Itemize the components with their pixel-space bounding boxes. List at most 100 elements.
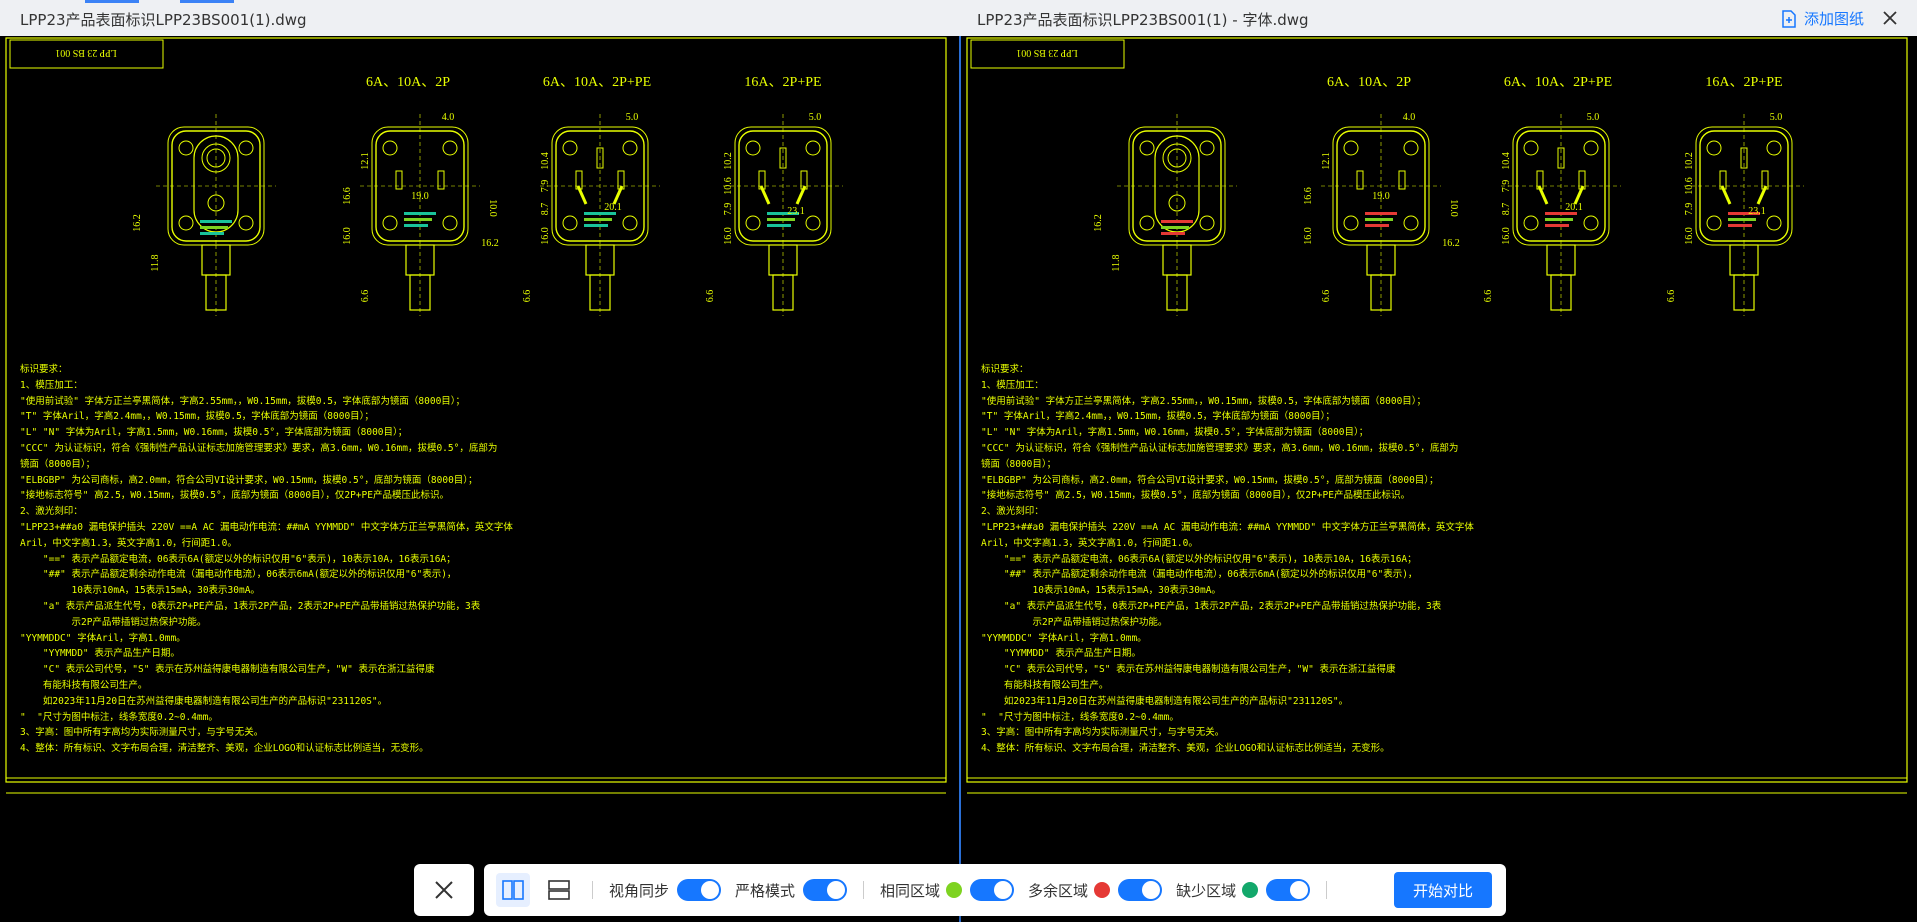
- note-line: 2、激光刻印：: [20, 506, 83, 518]
- strict-mode-label: 严格模式: [735, 881, 796, 900]
- dimension-label: 16.0: [1501, 227, 1512, 245]
- note-line: 4、整体：所有标识、文字布局合理，清洁整齐、美观，企业LOGO和认证标志比例适当…: [981, 743, 1390, 755]
- screw-hole: [382, 140, 398, 156]
- left-file-title: LPP23产品表面标识LPP23BS001(1).dwg: [20, 11, 307, 29]
- note-line: 标识要求：: [981, 364, 1029, 375]
- extra-area-color-dot: [1094, 882, 1111, 898]
- separator: [592, 881, 593, 899]
- add-file-icon: [1782, 9, 1796, 28]
- note-line: "CCC" 为认证标识，符合《强制性产品认证标志加施管理要求》要求，高3.6mm…: [20, 442, 498, 454]
- note-line: "接地标志符号" 高2.5，W0.15mm，拔模0.5°，底部为镜面（8000目…: [981, 490, 1410, 502]
- note-line: 2、激光刻印：: [981, 506, 1044, 518]
- screw-hole: [1403, 140, 1419, 156]
- dimension-label: 20.1: [1565, 202, 1583, 213]
- marking-text-block: [767, 218, 795, 221]
- note-line: " "尺寸为图中标注，线条宽度0.2~0.4mm。: [20, 711, 218, 723]
- dimension-label: 5.0: [1770, 112, 1783, 123]
- marking-text-block: [1728, 218, 1756, 221]
- note-line: "##" 表示产品额定剩余动作电流（漏电动作电流），06表示6mA(额定以外的标…: [20, 569, 457, 581]
- marking-text-block: [1161, 220, 1193, 223]
- marking-text-block: [1365, 224, 1389, 227]
- extra-area-label: 多余区域: [1028, 881, 1089, 900]
- stacked-view-button[interactable]: [542, 873, 576, 907]
- dimension-label: 10.6: [1684, 177, 1695, 195]
- note-line: "a" 表示产品派生代号，0表示2P+PE产品，1表示2P产品，2表示2P+PE…: [981, 600, 1442, 612]
- note-line: 4、整体：所有标识、文字布局合理，清洁整齐、美观，企业LOGO和认证标志比例适当…: [20, 743, 429, 755]
- column-header: 16A、2P+PE: [744, 75, 821, 90]
- marking-text-block: [584, 224, 608, 227]
- screw-hole: [1139, 140, 1155, 156]
- note-line: "L" "N" 字体为Aril，字高1.5mm，W0.16mm，拔模0.5°，字…: [981, 427, 1369, 439]
- screw-hole: [442, 215, 458, 231]
- dimension-label: 5.0: [626, 112, 639, 123]
- dimension-label: 5.0: [809, 112, 822, 123]
- note-line: "CCC" 为认证标识，符合《强制性产品认证标志加施管理要求》要求，高3.6mm…: [981, 442, 1459, 454]
- note-line: 标识要求：: [20, 364, 68, 375]
- note-line: 有能科技有限公司生产。: [981, 679, 1109, 691]
- note-line: 示2P产品带插销过热保护功能。: [20, 616, 207, 628]
- note-line: "C" 表示公司代号，"S" 表示在苏州益得康电器制造有限公司生产，"W" 表示…: [981, 664, 1396, 676]
- screw-hole: [562, 215, 578, 231]
- dimension-label: 11.8: [150, 254, 161, 271]
- same-area-color-dot: [946, 882, 963, 898]
- separator: [1326, 881, 1328, 899]
- exit-compare-button[interactable]: [414, 864, 474, 916]
- note-line: 3、字高：图中所有字高均为实际测量尺寸，与字号无关。: [981, 727, 1225, 739]
- close-icon[interactable]: [1879, 7, 1901, 29]
- screw-hole: [178, 215, 194, 231]
- dimension-label: 6.6: [1483, 290, 1494, 303]
- note-line: "ELBGBP" 为公司商标，高2.0mm，符合公司VI设计要求，W0.15mm…: [981, 474, 1439, 486]
- screw-hole: [442, 140, 458, 156]
- view-sync-toggle[interactable]: [677, 879, 722, 901]
- strict-mode-toggle[interactable]: [803, 879, 848, 901]
- screw-hole: [1139, 215, 1155, 231]
- dimension-label: 7.9: [723, 203, 734, 216]
- note-line: "YYMMDD" 表示产品生产日期。: [981, 648, 1141, 660]
- dimension-label: 10.4: [1501, 152, 1512, 170]
- title-box-text: LPP 23 BS 001: [55, 47, 117, 58]
- note-line: "LPP23+##a0 漏电保护插头 220V ==A AC 漏电动作电流：##…: [20, 521, 513, 533]
- screw-hole: [1199, 140, 1215, 156]
- missing-area-toggle[interactable]: [1266, 879, 1311, 901]
- screw-hole: [1523, 140, 1539, 156]
- split-divider[interactable]: [959, 36, 961, 922]
- note-line: "==" 表示产品额定电流，06表示6A(额定以外的标识仅用"6"表示)，10表…: [20, 553, 456, 565]
- dimension-label: 11.8: [1111, 254, 1122, 271]
- right-drawing-pane[interactable]: LPP 23 BS 001 6A、10A、2P 6A、10A、2P+PE 16A、2P…: [961, 36, 1917, 922]
- column-header: 6A、10A、2P: [1327, 75, 1411, 90]
- dimension-label: 16.0: [1303, 227, 1314, 245]
- screw-hole: [745, 140, 761, 156]
- screw-hole: [1583, 140, 1599, 156]
- dimension-label: 7.9: [1501, 180, 1512, 193]
- note-line: 3、字高：图中所有字高均为实际测量尺寸，与字号无关。: [20, 727, 264, 739]
- note-line: 镜面（8000目）；: [20, 458, 96, 470]
- left-drawing-pane[interactable]: LPP 23 BS 001 6A、10A、2P 6A、10A、2P+PE 16A、2P…: [0, 36, 959, 922]
- marking-text-block: [1545, 218, 1573, 221]
- screw-hole: [178, 140, 194, 156]
- note-line: "==" 表示产品额定电流，06表示6A(额定以外的标识仅用"6"表示)，10表…: [981, 553, 1417, 565]
- screw-hole: [1706, 215, 1722, 231]
- marking-text-block: [200, 220, 232, 223]
- screw-hole: [1766, 140, 1782, 156]
- same-area-toggle[interactable]: [970, 879, 1015, 901]
- right-file-title: LPP23产品表面标识LPP23BS001(1) - 字体.dwg: [977, 11, 1309, 29]
- dimension-label: 12.1: [1321, 152, 1332, 170]
- start-compare-button[interactable]: 开始对比: [1394, 872, 1492, 908]
- missing-area-label: 缺少区域: [1176, 881, 1237, 900]
- note-line: "T" 字体Aril，字高2.4mm，，W0.15mm，拔模0.5，字体底部为镜…: [20, 411, 374, 423]
- note-line: 镜面（8000目）；: [981, 458, 1057, 470]
- dimension-label: 23.1: [1748, 206, 1766, 217]
- dimension-label: 16.2: [1093, 214, 1104, 232]
- dimension-label: 6.6: [705, 290, 716, 303]
- screw-hole: [562, 140, 578, 156]
- dimension-label: 7.9: [1684, 203, 1695, 216]
- side-by-side-view-button[interactable]: [496, 873, 530, 907]
- note-line: "使用前试验" 字体方正兰亭黑简体，字高2.55mm，，W0.15mm，拔模0.…: [20, 395, 466, 407]
- extra-area-toggle[interactable]: [1118, 879, 1163, 901]
- screw-hole: [382, 215, 398, 231]
- title-bar: LPP23产品表面标识LPP23BS001(1).dwg LPP23产品表面标识…: [0, 0, 1917, 37]
- dimension-label: 16.0: [1684, 227, 1695, 245]
- dimension-label: 8.7: [540, 203, 551, 216]
- add-drawing-button[interactable]: 添加图纸: [1780, 8, 1864, 29]
- dimension-label: 16.2: [1442, 238, 1460, 249]
